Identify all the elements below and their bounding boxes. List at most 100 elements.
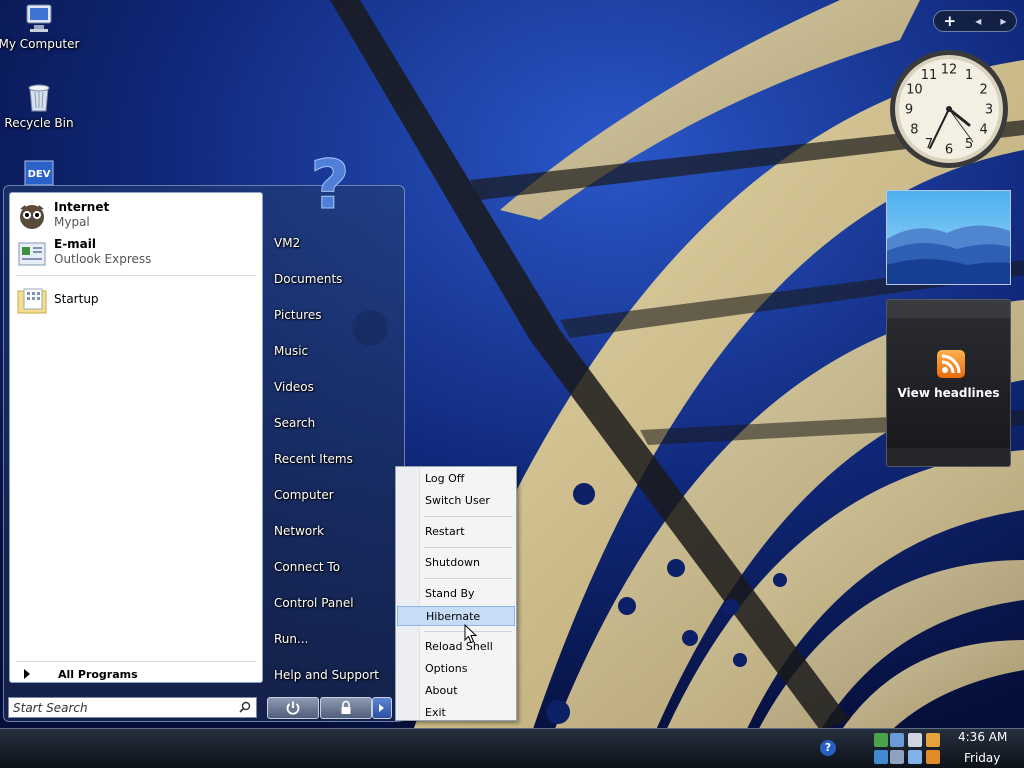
slideshow-gadget[interactable]: [886, 190, 1011, 285]
email-icon: [18, 242, 46, 266]
power-menu-separator: [424, 516, 512, 517]
desktop-icon-label: Recycle Bin: [4, 116, 74, 130]
program-item-startup[interactable]: Startup: [16, 283, 258, 319]
security-icon[interactable]: [874, 750, 888, 764]
display-icon[interactable]: [908, 733, 922, 747]
program-item-label: Startup: [54, 292, 99, 306]
pinned-item-subtitle: Mypal: [54, 215, 90, 229]
start-menu-item-computer[interactable]: Computer: [274, 488, 334, 502]
mountain-landscape-image: [887, 191, 1010, 284]
start-menu-item-pictures[interactable]: Pictures: [274, 308, 322, 322]
power-menu-item-label: Restart: [425, 525, 465, 538]
taskbar-clock-day[interactable]: Friday: [964, 751, 1000, 765]
desktop-icon-my-computer[interactable]: My Computer: [0, 3, 81, 51]
clock-gadget[interactable]: 12 1234567891011: [888, 48, 1010, 170]
power-menu-item-label: Shutdown: [425, 556, 480, 569]
clock-number: 4: [979, 123, 987, 138]
power-menu-item-exit[interactable]: Exit: [397, 703, 515, 723]
rss-icon: [937, 350, 965, 378]
power-menu-item-options[interactable]: Options: [397, 659, 515, 679]
update-icon[interactable]: [926, 733, 940, 747]
lock-button[interactable]: [320, 697, 372, 719]
power-menu-item-label: Options: [425, 662, 468, 675]
chevron-right-icon: [379, 704, 384, 712]
pinned-item-internet[interactable]: Internet Mypal: [16, 199, 258, 235]
start-menu-item-network[interactable]: Network: [274, 524, 324, 538]
power-menu-item-about[interactable]: About: [397, 681, 515, 701]
lock-icon: [341, 700, 351, 714]
start-menu-item-recent-items[interactable]: Recent Items: [274, 452, 353, 466]
clock-number: 9: [905, 103, 913, 118]
mouse-cursor-icon: [464, 624, 478, 644]
keyboard-icon[interactable]: [890, 750, 904, 764]
previous-gadget-button[interactable]: ◂: [975, 14, 981, 28]
search-icon: [239, 701, 251, 713]
taskbar-clock-time[interactable]: 4:36 AM: [958, 730, 1007, 744]
power-menu-item-log-off[interactable]: Log Off: [397, 469, 515, 489]
power-menu-item-switch-user[interactable]: Switch User: [397, 491, 515, 511]
pinned-item-subtitle: Outlook Express: [54, 252, 152, 266]
dev-app-icon: DEV: [24, 160, 54, 186]
start-menu-item-videos[interactable]: Videos: [274, 380, 314, 394]
feed-headlines-gadget[interactable]: View headlines: [886, 299, 1011, 467]
add-gadget-button[interactable]: +: [944, 12, 957, 30]
help-question-icon: ?: [310, 150, 350, 216]
start-menu-item-vm2[interactable]: VM2: [274, 236, 300, 250]
power-menu-item-shutdown[interactable]: Shutdown: [397, 553, 515, 573]
power-menu-item-label: Reload Shell: [425, 640, 493, 653]
start-search-input[interactable]: Start Search: [8, 697, 257, 718]
clock-number: 12: [941, 63, 958, 78]
search-tray-icon[interactable]: [926, 750, 940, 764]
power-menu-item-reload-shell[interactable]: Reload Shell: [397, 637, 515, 657]
pinned-separator: [16, 275, 256, 276]
network-icon[interactable]: [874, 733, 888, 747]
power-menu-item-hibernate[interactable]: Hibernate: [397, 606, 515, 626]
power-menu-item-label: Switch User: [425, 494, 490, 507]
power-menu-item-label: About: [425, 684, 458, 697]
chevron-right-icon: [24, 669, 30, 679]
power-options-arrow-button[interactable]: [372, 697, 392, 719]
start-menu-item-search[interactable]: Search: [274, 416, 315, 430]
clock-number: 8: [910, 123, 918, 138]
power-menu-item-stand-by[interactable]: Stand By: [397, 584, 515, 604]
desktop-icon-dev[interactable]: DEV: [0, 160, 81, 186]
power-options-menu: Log Off Switch User Restart Shutdown Stand B…: [395, 466, 517, 721]
power-icon: [286, 701, 300, 715]
power-menu-separator: [424, 578, 512, 579]
desktop-icon-label: My Computer: [0, 37, 80, 51]
all-programs-label: All Programs: [58, 668, 138, 681]
start-menu-item-documents[interactable]: Documents: [274, 272, 342, 286]
start-menu-item-control-panel[interactable]: Control Panel: [274, 596, 354, 610]
feed-top-bar: [887, 300, 1010, 318]
clock-number: 3: [985, 103, 993, 118]
dev-icon-text: DEV: [28, 169, 51, 180]
power-menu-item-label: Hibernate: [426, 610, 481, 623]
pinned-item-email[interactable]: E-mail Outlook Express: [16, 236, 258, 272]
power-menu-item-label: Exit: [425, 706, 446, 719]
recycle-bin-icon: [28, 84, 50, 112]
pinned-item-title: E-mail: [54, 237, 97, 251]
feed-bottom-bar: [887, 448, 1010, 466]
computer-icon: [26, 4, 52, 32]
startup-folder-icon: [17, 288, 47, 314]
view-headlines-link[interactable]: View headlines: [887, 386, 1010, 400]
power-button[interactable]: [267, 697, 319, 719]
help-question-glyph: ?: [310, 150, 349, 216]
monitor-icon[interactable]: [908, 750, 922, 764]
gadget-sidebar-toolbar: + ◂ ▸: [933, 10, 1017, 32]
help-icon[interactable]: ?: [820, 740, 836, 756]
start-menu-programs-pane: Internet Mypal E-mail Outlook Express St…: [9, 192, 263, 683]
next-gadget-button[interactable]: ▸: [1000, 14, 1006, 28]
start-menu-item-connect-to[interactable]: Connect To: [274, 560, 340, 574]
start-menu-item-music[interactable]: Music: [274, 344, 308, 358]
power-menu-separator: [424, 547, 512, 548]
clock-number: 5: [965, 137, 973, 152]
volume-icon[interactable]: [890, 733, 904, 747]
power-menu-item-restart[interactable]: Restart: [397, 522, 515, 542]
desktop-icon-recycle-bin[interactable]: Recycle Bin: [0, 80, 81, 130]
pinned-item-title: Internet: [54, 200, 110, 214]
power-menu-item-label: Log Off: [425, 472, 465, 485]
all-programs-button[interactable]: All Programs: [18, 667, 258, 685]
start-menu-item-run[interactable]: Run...: [274, 632, 308, 646]
start-menu-item-help-and-support[interactable]: Help and Support: [274, 668, 379, 682]
